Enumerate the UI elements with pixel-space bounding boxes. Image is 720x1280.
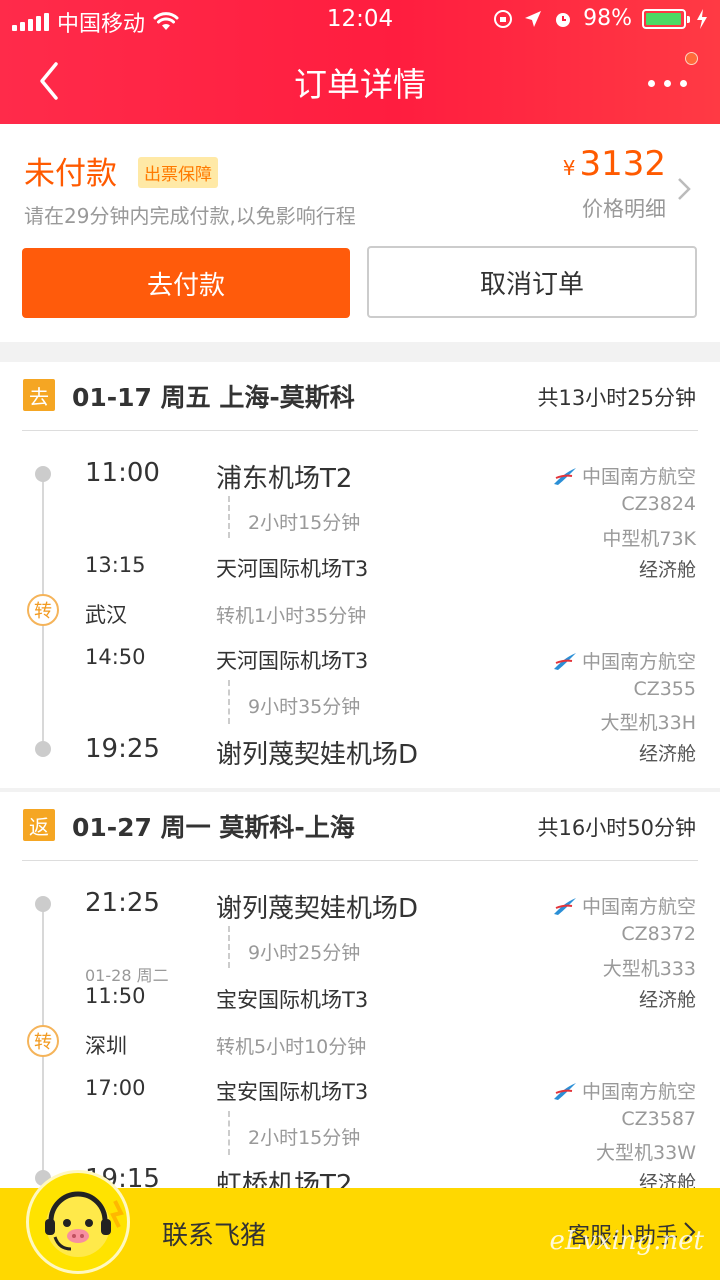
airline-name: 中国南方航空 <box>552 647 696 674</box>
ticket-guarantee-badge: 出票保障 <box>138 157 218 188</box>
duration-dashes <box>228 1111 230 1155</box>
flight-duration: 2小时15分钟 <box>248 512 361 534</box>
divider <box>22 860 698 861</box>
page-title: 订单详情 <box>294 65 426 104</box>
divider <box>22 430 698 431</box>
aircraft-type: 大型机333 <box>602 958 696 980</box>
arrival-airport: 天河国际机场T3 <box>216 557 369 581</box>
order-status-card: 未付款 出票保障 请在29分钟内完成付款,以免影响行程 ¥3132 价格明细 去… <box>0 124 720 342</box>
price-detail-link[interactable]: 价格明细 <box>582 193 666 223</box>
cancel-order-button[interactable]: 取消订单 <box>367 246 697 318</box>
duration-dashes <box>228 680 230 724</box>
arrival-time: 19:25 <box>85 734 160 764</box>
cabin-class: 经济舱 <box>638 989 696 1011</box>
battery-icon <box>642 8 690 29</box>
airline-label: 中国南方航空 <box>581 466 696 488</box>
return-trip-section: 返 01-27 周一 莫斯科-上海 共16小时50分钟 转 21:25 谢列蔑契… <box>0 792 720 1188</box>
arrival-airport: 虹桥机场T2 <box>216 1170 353 1188</box>
trip-header: 返 01-27 周一 莫斯科-上海 共16小时50分钟 <box>0 792 720 860</box>
notification-dot <box>685 52 698 65</box>
transfer-city: 深圳 <box>85 1034 127 1058</box>
cabin-class: 经济舱 <box>638 743 696 765</box>
outbound-trip-section: 去 01-17 周五 上海-莫斯科 共13小时25分钟 转 11:00 浦东机场… <box>0 362 720 788</box>
battery-percent: 98% <box>583 6 632 31</box>
airline-label: 中国南方航空 <box>581 896 696 918</box>
timeline-dot <box>35 896 51 912</box>
arrival-airport: 谢列蔑契娃机场D <box>216 740 419 770</box>
pay-button[interactable]: 去付款 <box>22 248 350 318</box>
currency-symbol: ¥ <box>562 156 576 180</box>
duration-dashes <box>228 926 230 968</box>
transfer-city: 武汉 <box>85 603 127 627</box>
trip-header: 去 01-17 周五 上海-莫斯科 共13小时25分钟 <box>0 362 720 430</box>
aircraft-type: 中型机73K <box>602 528 696 550</box>
china-southern-logo-icon <box>553 467 576 485</box>
fliggy-pig-mascot-icon[interactable] <box>26 1170 130 1274</box>
flight-number: CZ3587 <box>621 1108 696 1130</box>
airline-label: 中国南方航空 <box>581 1081 696 1103</box>
flight-number: CZ3824 <box>621 493 696 515</box>
china-southern-logo-icon <box>553 652 576 670</box>
departure-airport: 宝安国际机场T3 <box>216 1080 369 1104</box>
trip-direction-tag: 去 <box>23 379 55 411</box>
flight-number: CZ8372 <box>621 923 696 945</box>
airline-name: 中国南方航空 <box>552 892 696 919</box>
payment-notice: 请在29分钟内完成付款,以免影响行程 <box>24 204 356 228</box>
airline-name: 中国南方航空 <box>552 462 696 489</box>
aircraft-type: 大型机33W <box>596 1142 696 1164</box>
departure-time: 17:00 <box>85 1076 146 1100</box>
timeline-dot <box>35 466 51 482</box>
flight-duration: 9小时25分钟 <box>248 942 361 964</box>
charging-bolt-icon <box>697 8 707 29</box>
trip-title: 01-27 周一 莫斯科-上海 <box>72 813 355 842</box>
departure-airport: 谢列蔑契娃机场D <box>216 894 419 924</box>
trip-total-duration: 共13小时25分钟 <box>537 386 696 410</box>
transfer-badge: 转 <box>27 594 59 626</box>
trip-total-duration: 共16小时50分钟 <box>537 816 696 840</box>
timeline-dot <box>35 741 51 757</box>
flight-duration: 9小时35分钟 <box>248 696 361 718</box>
arrival-date: 01-28 周二 <box>85 966 169 985</box>
more-menu-icon[interactable] <box>646 62 690 102</box>
cabin-class: 经济舱 <box>638 559 696 581</box>
flight-duration: 2小时15分钟 <box>248 1127 361 1149</box>
trip-direction-tag: 返 <box>23 809 55 841</box>
order-status: 未付款 <box>24 156 117 192</box>
duration-dashes <box>228 496 230 538</box>
departure-time: 11:00 <box>85 458 160 488</box>
watermark: eLvxing.net <box>549 1226 704 1256</box>
header: 中国移动 12:04 98% 订单详情 <box>0 0 720 124</box>
departure-time: 21:25 <box>85 888 160 918</box>
location-arrow-icon <box>525 10 542 27</box>
transfer-badge: 转 <box>27 1025 59 1057</box>
china-southern-logo-icon <box>553 1082 576 1100</box>
alarm-clock-icon <box>556 12 571 27</box>
departure-airport: 浦东机场T2 <box>216 464 353 494</box>
price-value: 3132 <box>579 144 666 184</box>
china-southern-logo-icon <box>553 897 576 915</box>
airline-label: 中国南方航空 <box>581 651 696 673</box>
rotation-lock-icon <box>494 9 513 28</box>
chevron-right-icon[interactable] <box>674 176 694 202</box>
arrival-airport: 宝安国际机场T3 <box>216 988 369 1012</box>
contact-fliggy-label[interactable]: 联系飞猪 <box>162 1215 266 1252</box>
flight-number: CZ355 <box>633 678 696 700</box>
airline-name: 中国南方航空 <box>552 1077 696 1104</box>
transfer-duration: 转机1小时35分钟 <box>216 605 367 627</box>
status-bar: 中国移动 12:04 98% <box>0 0 720 40</box>
aircraft-type: 大型机33H <box>600 712 696 734</box>
arrival-time: 13:15 <box>85 553 146 577</box>
transfer-duration: 转机5小时10分钟 <box>216 1036 367 1058</box>
cabin-class: 经济舱 <box>638 1172 696 1188</box>
arrival-time: 11:50 <box>85 984 146 1008</box>
departure-time: 14:50 <box>85 645 146 669</box>
departure-airport: 天河国际机场T3 <box>216 649 369 673</box>
order-price[interactable]: ¥3132 <box>563 144 666 184</box>
trip-title: 01-17 周五 上海-莫斯科 <box>72 383 355 412</box>
